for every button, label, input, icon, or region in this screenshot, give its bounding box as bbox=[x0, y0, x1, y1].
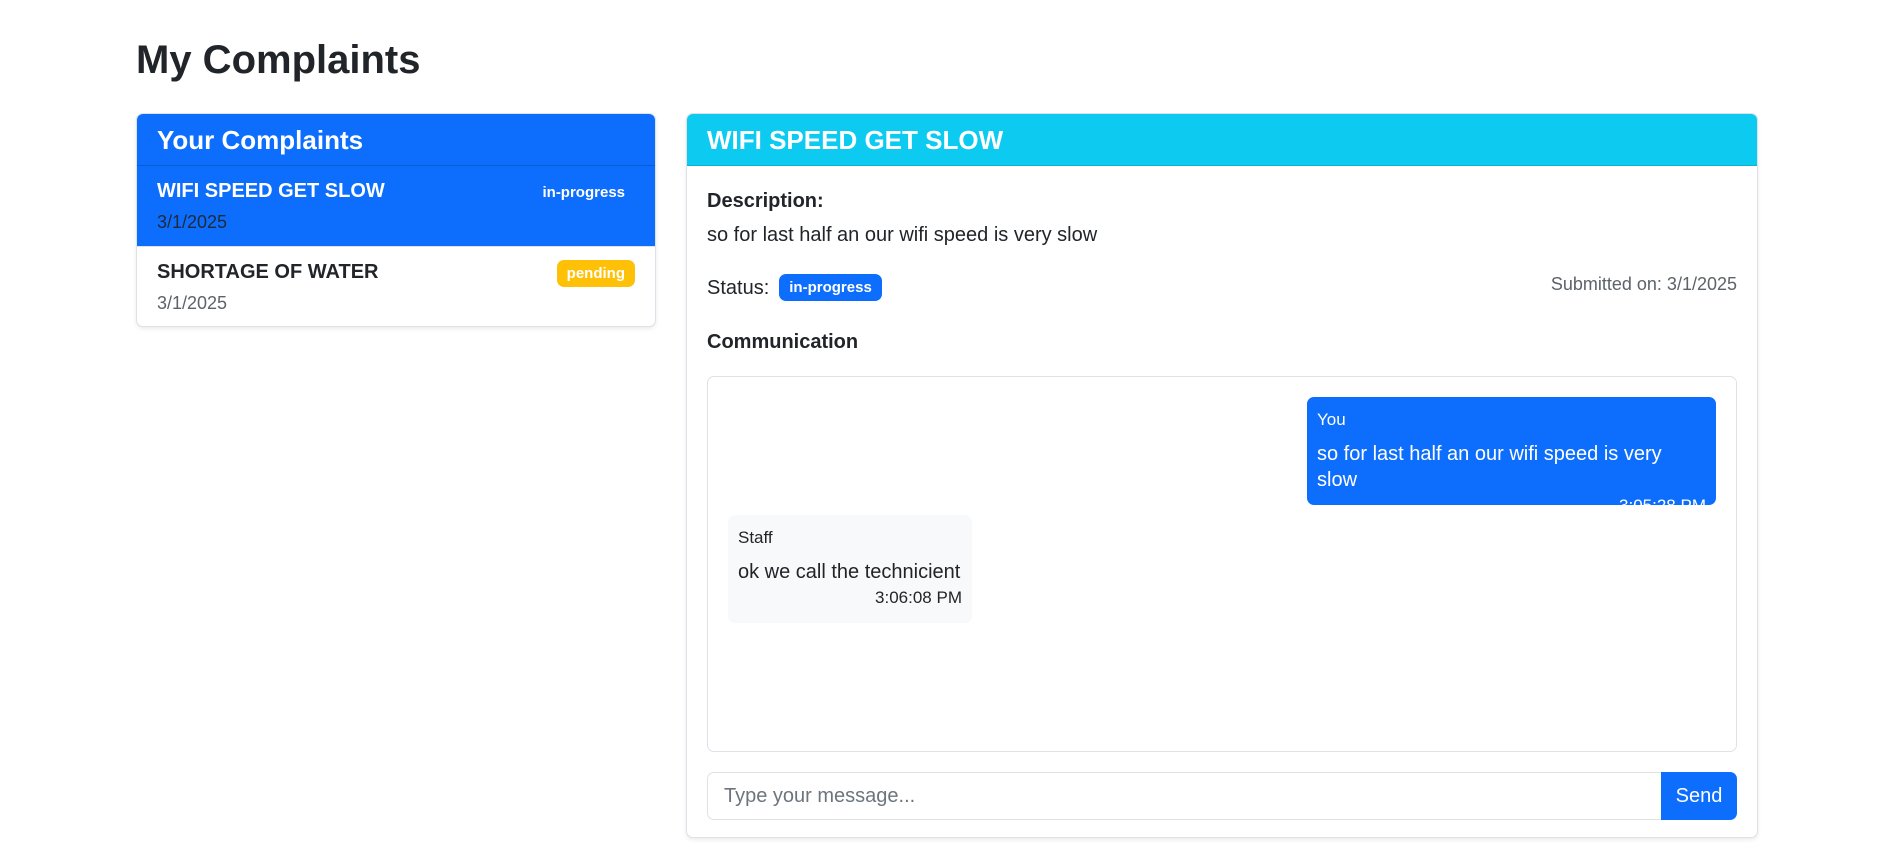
chat-message-staff: Staff ok we call the technicient 3:06:08… bbox=[728, 515, 972, 623]
status-badge: in-progress bbox=[532, 179, 635, 206]
complaint-date: 3/1/2025 bbox=[157, 212, 228, 232]
message-sender: You bbox=[1317, 410, 1346, 429]
status-label: Status: bbox=[707, 276, 770, 299]
complaint-detail-title: WIFI SPEED GET SLOW bbox=[687, 114, 1757, 166]
description-text: so for last half an our wifi speed is ve… bbox=[707, 224, 1098, 246]
message-sender: Staff bbox=[738, 528, 773, 547]
description-label: Description: bbox=[707, 190, 824, 212]
submitted-date: Submitted on: 3/1/2025 bbox=[1550, 274, 1737, 294]
message-text: so for last half an our wifi speed is ve… bbox=[1317, 443, 1662, 491]
complaint-detail-card: WIFI SPEED GET SLOW Description: so for … bbox=[686, 113, 1758, 838]
complaint-date: 3/1/2025 bbox=[157, 293, 228, 313]
message-text: ok we call the technicient bbox=[738, 561, 961, 583]
status-row: Status: in-progress bbox=[707, 274, 882, 301]
status-badge: pending bbox=[556, 260, 635, 287]
complaint-list-item[interactable]: WIFI SPEED GET SLOW 3/1/2025 in-progress bbox=[137, 166, 655, 246]
message-composer: Send bbox=[707, 772, 1737, 820]
message-time: 3:05:28 PM bbox=[1619, 496, 1706, 515]
status-badge: in-progress bbox=[779, 274, 882, 301]
chat-history[interactable]: You so for last half an our wifi speed i… bbox=[707, 376, 1737, 752]
communication-label: Communication bbox=[707, 331, 859, 353]
complaint-list-item[interactable]: SHORTAGE OF WATER 3/1/2025 pending bbox=[137, 246, 655, 326]
chat-message-you: You so for last half an our wifi speed i… bbox=[1307, 397, 1716, 515]
complaints-list-card: Your Complaints WIFI SPEED GET SLOW 3/1/… bbox=[136, 113, 656, 327]
message-time: 3:06:08 PM bbox=[875, 588, 962, 607]
complaints-list-header: Your Complaints bbox=[137, 114, 655, 166]
message-input[interactable] bbox=[707, 772, 1661, 820]
send-button[interactable]: Send bbox=[1661, 772, 1737, 820]
page-title: My Complaints bbox=[136, 38, 421, 82]
